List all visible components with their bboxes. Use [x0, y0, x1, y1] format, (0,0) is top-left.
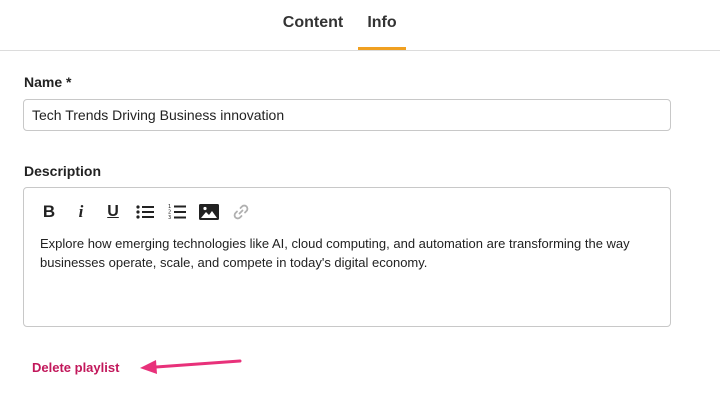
link-icon [233, 204, 249, 220]
description-text[interactable]: Explore how emerging technologies like A… [40, 234, 650, 272]
insert-link-button[interactable] [230, 200, 252, 224]
image-icon [199, 204, 219, 220]
tab-info[interactable]: Info [358, 0, 406, 50]
name-input[interactable] [23, 99, 671, 131]
annotation-arrow-icon [140, 359, 242, 374]
svg-text:3: 3 [168, 215, 171, 221]
italic-button[interactable]: i [70, 200, 92, 224]
bullet-list-icon [136, 205, 154, 219]
delete-playlist-link[interactable]: Delete playlist [32, 360, 119, 375]
bold-button[interactable]: B [38, 200, 60, 224]
numbered-list-button[interactable]: 1 2 3 [166, 200, 188, 224]
tab-content[interactable]: Content [277, 0, 349, 50]
underline-button[interactable]: U [102, 200, 124, 224]
description-label: Description [24, 163, 102, 179]
numbered-list-icon: 1 2 3 [168, 204, 186, 221]
bullet-list-button[interactable] [134, 200, 156, 224]
description-editor[interactable]: B i U 1 2 3 Explore how emerging technol… [23, 187, 671, 327]
name-label: Name * [24, 74, 72, 90]
insert-image-button[interactable] [198, 200, 220, 224]
tab-bar: Content Info [0, 0, 720, 51]
